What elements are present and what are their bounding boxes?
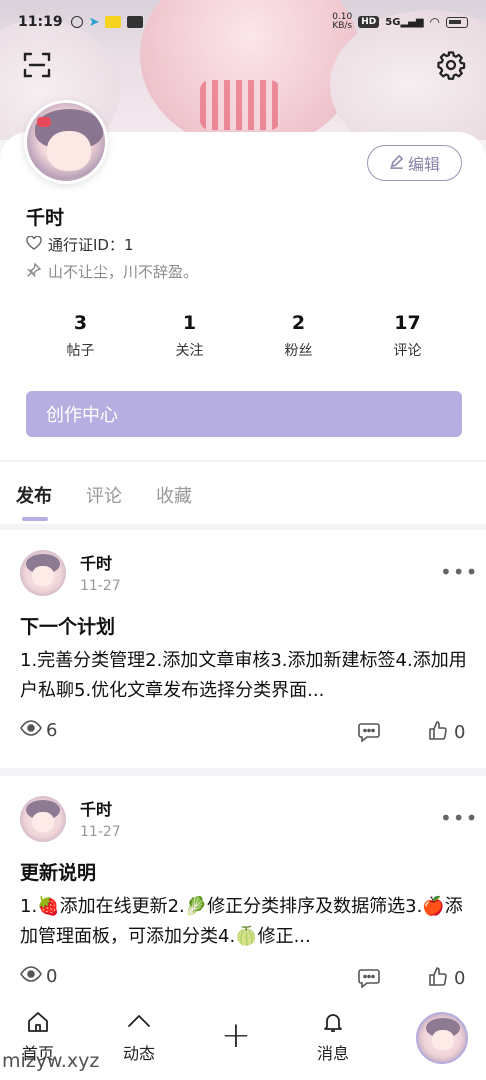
post-card[interactable]: 千时 11-27 ••• 下一个计划 1.完善分类管理2.添加文章审核3.添加新… (0, 530, 486, 768)
nav-messages-label: 消息 (316, 1044, 349, 1063)
views-count: 6 (46, 720, 58, 741)
mail-icon (127, 16, 144, 28)
stat-followers[interactable]: 2 粉丝 (244, 312, 353, 360)
pass-id-row: 通行证ID：1 (26, 234, 134, 255)
stat-comments[interactable]: 17 评论 (353, 312, 462, 360)
comment-icon[interactable] (358, 968, 380, 993)
status-time: 11:19 (18, 14, 63, 30)
thumbs-up-icon (428, 720, 448, 745)
stat-value: 3 (73, 312, 88, 334)
post-body: 1.完善分类管理2.添加文章审核3.添加新建标签4.添加用户私聊5.优化文章发布… (20, 650, 467, 701)
signature-text: 山不让尘，川不辞盈。 (48, 263, 199, 281)
stat-label: 评论 (393, 343, 422, 359)
post-author: 千时 (80, 800, 113, 819)
likes-count: 0 (454, 722, 466, 743)
more-icon[interactable]: ••• (440, 560, 478, 584)
post-author: 千时 (80, 554, 113, 573)
nav-messages[interactable]: 消息 (303, 1010, 363, 1064)
stat-value: 17 (394, 312, 421, 334)
banner-art (200, 80, 280, 130)
tab-favorites[interactable]: 收藏 (156, 482, 192, 508)
signal-label: 5G (385, 16, 401, 28)
stat-value: 2 (291, 312, 306, 334)
post-date: 11-27 (80, 578, 121, 594)
edit-profile-button[interactable]: 编辑 (367, 145, 462, 181)
gear-icon[interactable] (436, 50, 466, 80)
stat-following[interactable]: 1 关注 (135, 312, 244, 360)
app-badge-icon (105, 16, 122, 28)
chevron-up-icon (126, 1014, 152, 1038)
nav-feed[interactable]: 动态 (109, 1010, 169, 1064)
post-body: 1.🍓添加在线更新2.🥬修正分类排序及数据筛选3.🍎添加管理面板，可添加分类4.… (20, 896, 463, 947)
heart-icon (26, 235, 42, 254)
status-app-icons: ➤ (70, 14, 144, 30)
post-actions: 0 0 (20, 966, 470, 992)
status-bar: 11:19 ➤ 0.10 KB/s HD 5G▂▄▆ ◠ (0, 0, 486, 44)
views-count: 0 (46, 966, 58, 987)
hd-badge: HD (358, 16, 380, 28)
post-date: 11-27 (80, 824, 121, 840)
like-button[interactable]: 0 (428, 720, 465, 745)
avatar-art (37, 117, 51, 127)
post-views: 6 (20, 720, 57, 741)
pass-id-label: 通行证ID：1 (48, 236, 134, 254)
stats-row: 3 帖子 1 关注 2 粉丝 17 评论 (26, 312, 462, 360)
eye-icon (20, 966, 42, 987)
profile-avatar[interactable] (24, 100, 108, 184)
post-actions: 6 0 (20, 720, 470, 746)
scan-icon[interactable] (22, 50, 52, 80)
battery-icon (446, 16, 468, 28)
post-author-avatar[interactable] (20, 550, 66, 596)
stat-label: 关注 (175, 343, 204, 359)
post-views: 0 (20, 966, 57, 987)
username: 千时 (26, 207, 65, 229)
watermark: mizyw.xyz (2, 1050, 100, 1072)
eye-icon (20, 720, 42, 741)
more-icon[interactable]: ••• (440, 806, 478, 830)
avatar-art (47, 131, 91, 171)
content-tabs: 发布 评论 收藏 (0, 462, 486, 524)
post-title: 下一个计划 (20, 616, 116, 638)
creator-center-button[interactable]: 创作中心 (26, 391, 462, 437)
post-card[interactable]: 千时 11-27 ••• 更新说明 1.🍓添加在线更新2.🥬修正分类排序及数据筛… (0, 776, 486, 1002)
signature-row: 山不让尘，川不辞盈。 (26, 261, 198, 282)
cat-icon (70, 16, 83, 28)
stat-label: 粉丝 (284, 343, 313, 359)
pin-icon (26, 262, 42, 282)
pencil-icon (389, 154, 404, 173)
nav-profile-avatar[interactable] (416, 1012, 468, 1064)
like-button[interactable]: 0 (428, 966, 465, 991)
home-icon (26, 1012, 50, 1038)
bell-icon (321, 1014, 345, 1038)
add-post-button[interactable]: + (206, 1016, 266, 1056)
signal-icon: 5G▂▄▆ (385, 16, 424, 28)
edit-label: 编辑 (407, 155, 440, 174)
post-author-avatar[interactable] (20, 796, 66, 842)
tab-indicator (22, 517, 48, 521)
telegram-icon: ➤ (88, 14, 100, 30)
status-right: 0.10 KB/s HD 5G▂▄▆ ◠ (332, 13, 468, 31)
stat-label: 帖子 (66, 343, 95, 359)
thumbs-up-icon (428, 966, 448, 991)
likes-count: 0 (454, 968, 466, 989)
profile-card-bottom (0, 452, 486, 460)
wifi-icon: ◠ (429, 15, 440, 29)
tab-posts[interactable]: 发布 (16, 482, 52, 508)
post-title: 更新说明 (20, 862, 97, 884)
stat-posts[interactable]: 3 帖子 (26, 312, 135, 360)
tab-comments[interactable]: 评论 (86, 482, 122, 508)
comment-icon[interactable] (358, 722, 380, 747)
nav-feed-label: 动态 (122, 1044, 155, 1063)
stat-value: 1 (182, 312, 197, 334)
net-speed: 0.10 KB/s (332, 12, 353, 31)
